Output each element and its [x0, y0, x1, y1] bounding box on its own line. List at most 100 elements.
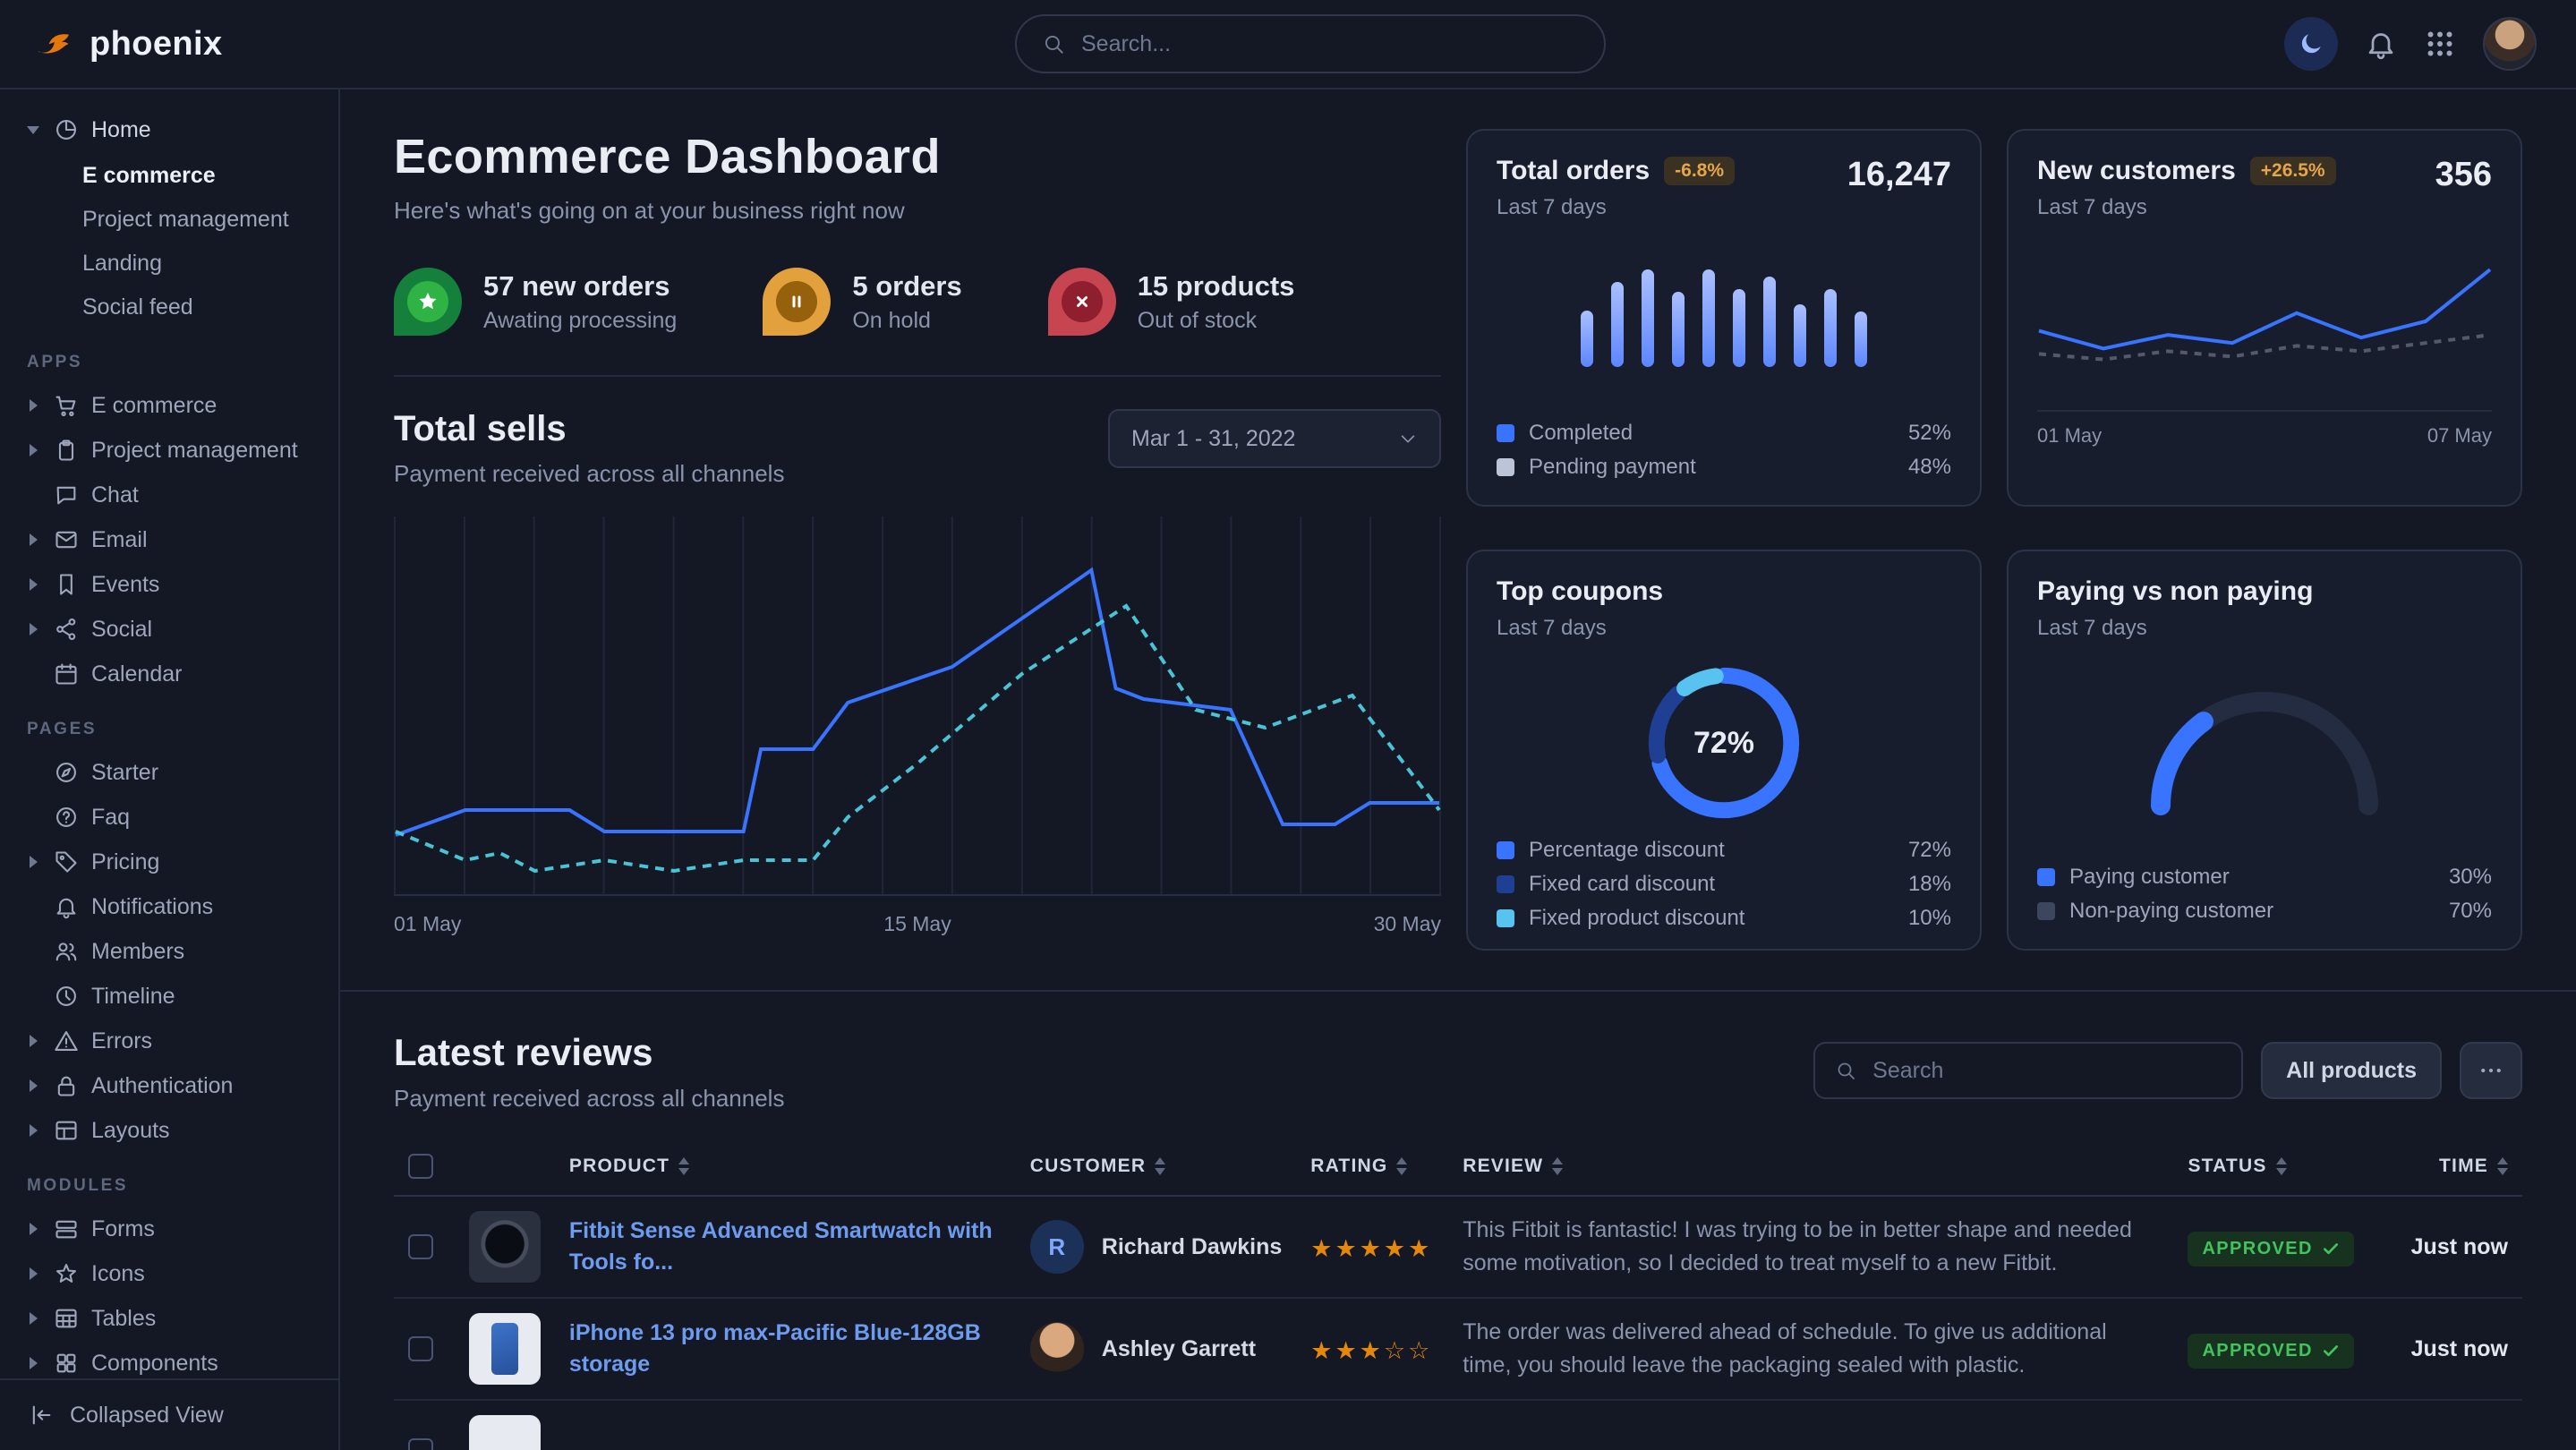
product-image-smartwatch[interactable]	[469, 1211, 541, 1283]
sidebar-item-project-management[interactable]: Project management	[25, 428, 320, 473]
review-time: Just now	[2370, 1298, 2522, 1400]
column-customer[interactable]: CUSTOMER	[1016, 1138, 1296, 1196]
product-link[interactable]: Fitbit Sense Advanced Smartwatch with To…	[569, 1215, 1002, 1278]
reviews-search-input[interactable]	[1872, 1058, 2222, 1084]
all-products-button[interactable]: All products	[2261, 1042, 2442, 1099]
sidebar-item-chat[interactable]: Chat	[25, 473, 320, 517]
total-sells-line-chart	[394, 516, 1441, 896]
sidebar-section-pages: PAGES	[27, 720, 320, 739]
clipboard-icon	[54, 438, 79, 463]
sidebar-item-timeline[interactable]: Timeline	[25, 974, 320, 1019]
sidebar-item-events[interactable]: Events	[25, 562, 320, 607]
moon-icon	[2298, 30, 2324, 57]
legend-swatch	[2037, 902, 2055, 920]
layout-icon	[54, 1118, 79, 1143]
sidebar-item-errors[interactable]: Errors	[25, 1019, 320, 1063]
row-checkbox[interactable]	[408, 1336, 433, 1361]
select-all-checkbox[interactable]	[408, 1154, 433, 1179]
sidebar-item-email[interactable]: Email	[25, 517, 320, 562]
search-icon	[1835, 1060, 1856, 1081]
top-coupons-legend: Percentage discount 72% Fixed card disco…	[1497, 838, 1951, 931]
new-customers-line-chart	[2037, 242, 2492, 399]
sidebar-item-components[interactable]: Components	[25, 1341, 320, 1378]
top-coupons-donut-chart: 72%	[1640, 659, 1808, 827]
theme-toggle-button[interactable]	[2284, 17, 2338, 71]
user-avatar[interactable]	[2483, 17, 2537, 71]
reviews-table-header: PRODUCT CUSTOMER RATING REVIEW STATUS TI…	[394, 1138, 2522, 1196]
row-checkbox[interactable]	[408, 1438, 433, 1450]
sidebar-item-home[interactable]: Home	[25, 107, 320, 152]
sidebar-item-tables[interactable]: Tables	[25, 1296, 320, 1341]
global-search[interactable]	[1015, 14, 1606, 73]
total-orders-badge: -6.8%	[1664, 157, 1735, 185]
column-rating[interactable]: RATING	[1296, 1138, 1448, 1196]
bell-icon	[2365, 28, 2397, 60]
global-search-input[interactable]	[1081, 31, 1579, 57]
check-icon	[2322, 1342, 2340, 1360]
sidebar-section-apps: APPS	[27, 353, 320, 372]
stats-row: 57 new orders Awating processing 5 order…	[394, 268, 1441, 336]
sidebar-item-authentication[interactable]: Authentication	[25, 1063, 320, 1108]
new-customers-title: New customers	[2037, 156, 2236, 186]
sidebar-item-pricing[interactable]: Pricing	[25, 840, 320, 884]
rating-stars: ★★★★★	[1310, 1235, 1432, 1262]
warning-icon	[54, 1028, 79, 1053]
review-row-2: iPhone 13 pro max-Pacific Blue-128GB sto…	[394, 1298, 2522, 1400]
order-bar	[1763, 277, 1776, 367]
customer-avatar-initial: R	[1030, 1220, 1084, 1274]
sidebar-item-faq[interactable]: Faq	[25, 795, 320, 840]
share-icon	[54, 617, 79, 642]
review-text: This Fitbit is fantastic! I was trying t…	[1463, 1214, 2159, 1281]
sidebar-item-home-landing[interactable]: Landing	[25, 242, 320, 286]
sidebar-item-home-e-commerce[interactable]: E commerce	[25, 154, 320, 198]
apps-menu-button[interactable]	[2424, 28, 2456, 60]
notifications-button[interactable]	[2365, 28, 2397, 60]
collapsed-view-label: Collapsed View	[70, 1403, 224, 1429]
total-orders-bar-chart	[1497, 242, 1951, 367]
sidebar-item-starter[interactable]: Starter	[25, 750, 320, 795]
product-image[interactable]	[469, 1415, 541, 1450]
dashboard-left-column: Ecommerce Dashboard Here's what's going …	[394, 129, 1441, 951]
column-status[interactable]: STATUS	[2173, 1138, 2370, 1196]
sidebar-item-icons[interactable]: Icons	[25, 1251, 320, 1296]
sidebar-item-social[interactable]: Social	[25, 607, 320, 652]
paying-gauge-chart	[2037, 666, 2492, 818]
sidebar-item-members[interactable]: Members	[25, 929, 320, 974]
latest-reviews-subtitle: Payment received across all channels	[394, 1085, 784, 1113]
brand-name: phoenix	[90, 25, 222, 64]
components-icon	[54, 1351, 79, 1376]
order-bar	[1581, 311, 1593, 367]
home-children: E commerce Project management Landing So…	[25, 154, 320, 329]
product-link[interactable]: iPhone 13 pro max-Pacific Blue-128GB sto…	[569, 1318, 1002, 1380]
review-text: The order was delivered ahead of schedul…	[1463, 1316, 2159, 1383]
check-icon	[2322, 1240, 2340, 1258]
sidebar-item-calendar[interactable]: Calendar	[25, 652, 320, 696]
sidebar-item-home-social-feed[interactable]: Social feed	[25, 286, 320, 329]
column-product[interactable]: PRODUCT	[555, 1138, 1016, 1196]
calendar-icon	[54, 661, 79, 687]
latest-reviews-section: Latest reviews Payment received across a…	[340, 990, 2576, 1450]
product-image-iphone[interactable]	[469, 1313, 541, 1385]
collapsed-view-toggle[interactable]: Collapsed View	[0, 1378, 338, 1450]
sidebar-item-e-commerce[interactable]: E commerce	[25, 383, 320, 428]
total-orders-value: 16,247	[1847, 156, 1951, 194]
reviews-search[interactable]	[1813, 1042, 2243, 1099]
date-range-select[interactable]: Mar 1 - 31, 2022	[1108, 409, 1441, 468]
caret-right-icon	[25, 533, 41, 546]
status-badge: APPROVED	[2188, 1334, 2353, 1369]
sidebar-item-forms[interactable]: Forms	[25, 1207, 320, 1251]
sidebar-item-notifications[interactable]: Notifications	[25, 884, 320, 929]
more-actions-button[interactable]	[2460, 1042, 2522, 1099]
review-row-1: Fitbit Sense Advanced Smartwatch with To…	[394, 1196, 2522, 1298]
row-checkbox[interactable]	[408, 1234, 433, 1259]
column-time[interactable]: TIME	[2370, 1138, 2522, 1196]
search-icon	[1042, 32, 1065, 55]
total-sells-x-axis: 01 May 15 May 30 May	[394, 912, 1441, 936]
legend-swatch	[2037, 868, 2055, 886]
sidebar-item-layouts[interactable]: Layouts	[25, 1108, 320, 1153]
column-review[interactable]: REVIEW	[1448, 1138, 2173, 1196]
pie-chart-icon	[54, 117, 79, 142]
caret-right-icon	[25, 1035, 41, 1047]
brand[interactable]: phoenix	[32, 22, 337, 65]
sidebar-item-home-project-management[interactable]: Project management	[25, 198, 320, 242]
